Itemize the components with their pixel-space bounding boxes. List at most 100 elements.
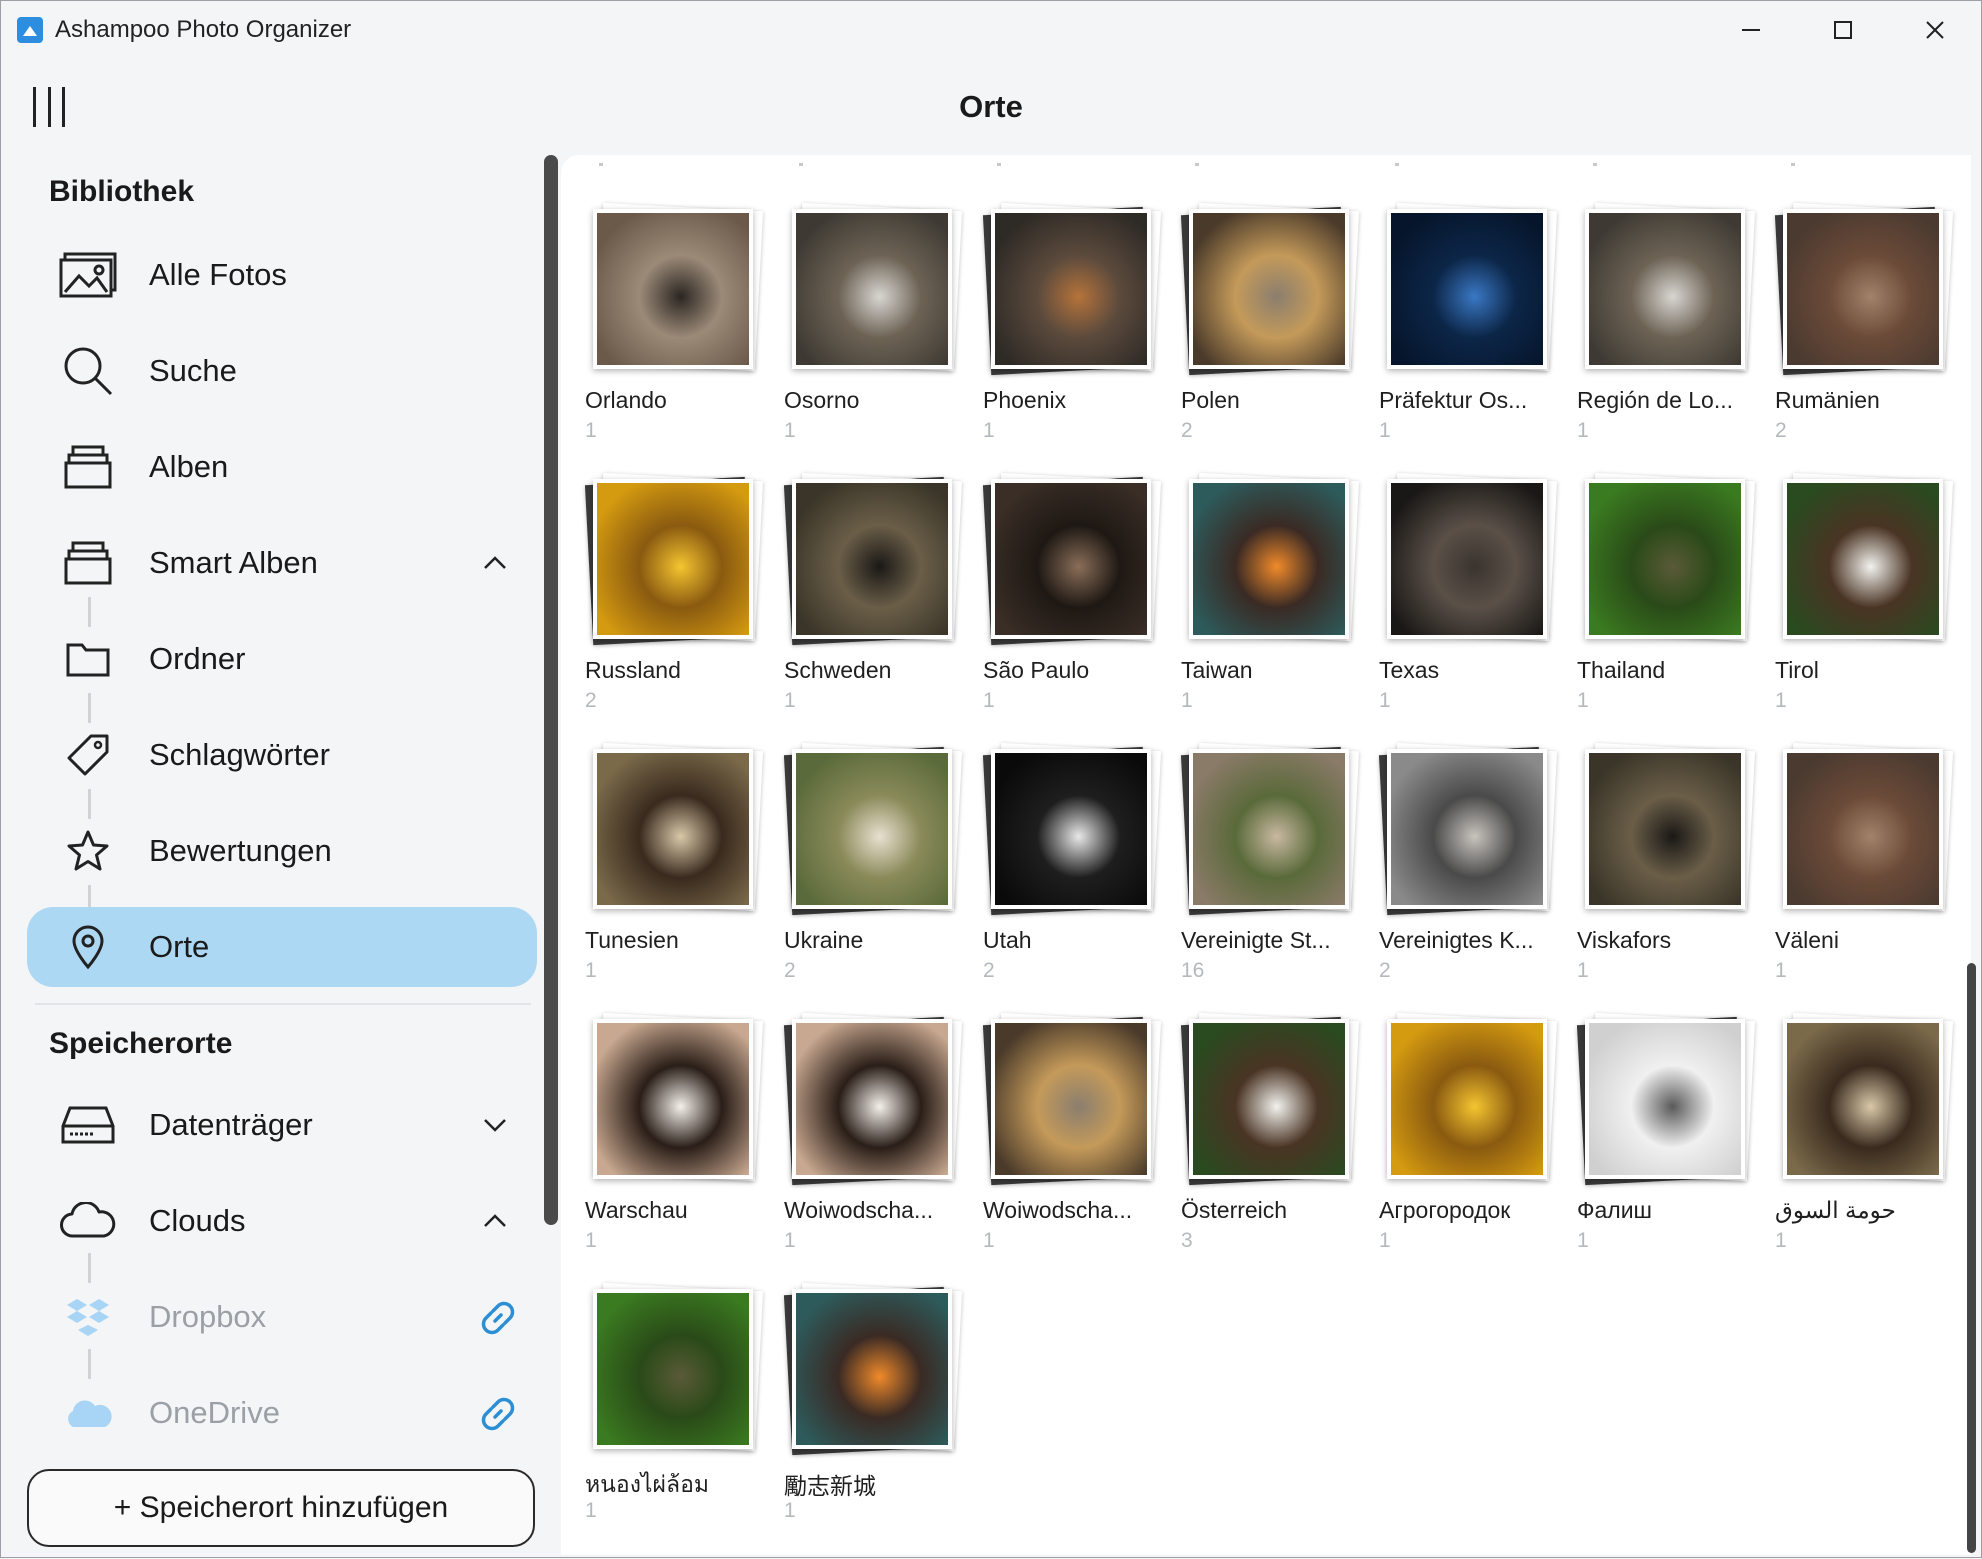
place-tile[interactable]: Ukraine 2 [783, 705, 966, 982]
photo-thumbnail [1387, 1019, 1547, 1179]
place-tile[interactable]: Woiwodscha... 1 [982, 975, 1165, 1252]
place-tile[interactable]: Tunesien 1 [585, 705, 767, 982]
sidebar-item-alle-fotos[interactable]: Alle Fotos [27, 235, 537, 315]
place-tile[interactable]: حومة السوق 1 [1775, 975, 1957, 1252]
place-tile[interactable]: Schweden 1 [783, 435, 966, 712]
sidebar-item-label: Smart Alben [149, 545, 318, 580]
photo-stack [1783, 742, 1954, 912]
albums-icon [57, 436, 119, 498]
photo-image [1589, 483, 1741, 635]
place-tile[interactable]: 勵志新城 1 [783, 1245, 966, 1522]
star-icon [57, 820, 119, 882]
place-tile[interactable]: Región de Lo... 1 [1577, 165, 1759, 442]
photo-thumbnail [593, 1019, 753, 1179]
place-tile[interactable]: Väleni 1 [1775, 705, 1957, 982]
place-tile[interactable]: Фалиш 1 [1576, 975, 1759, 1252]
photo-stack [1378, 742, 1558, 916]
app-logo-icon [17, 17, 43, 43]
place-tile[interactable]: Tirol 1 [1775, 435, 1957, 712]
place-tile[interactable]: Osorno 1 [784, 165, 966, 442]
sidebar-item-dropbox[interactable]: Dropbox [27, 1277, 537, 1357]
photo-image [597, 1293, 749, 1445]
photo-image [1589, 1023, 1741, 1175]
place-name: Агрогородок [1379, 1197, 1511, 1223]
photo-image [1193, 753, 1345, 905]
chevron-down-icon[interactable] [479, 1109, 511, 1141]
add-storage-button[interactable]: + Speicherort hinzufügen [27, 1469, 535, 1547]
photo-thumbnail [1387, 209, 1547, 369]
place-name: Tunesien [585, 927, 679, 953]
place-tile[interactable]: Österreich 3 [1180, 975, 1363, 1252]
sidebar-item-suche[interactable]: Suche [27, 331, 537, 411]
chevron-up-icon[interactable] [479, 1205, 511, 1237]
sidebar-item-smart-alben[interactable]: Smart Alben [27, 523, 537, 603]
place-tile[interactable]: Rumänien 2 [1774, 165, 1957, 442]
photo-thumbnail [1585, 209, 1745, 369]
place-name: Woiwodscha... [784, 1197, 934, 1223]
page-title: Orte [959, 89, 1023, 124]
photo-stack [584, 472, 764, 646]
photo-thumbnail [991, 1019, 1151, 1179]
photo-image [796, 483, 948, 635]
close-button[interactable] [1889, 1, 1981, 59]
place-tile[interactable]: Texas 1 [1379, 435, 1561, 712]
place-tile[interactable]: Viskafors 1 [1577, 705, 1759, 982]
sidebar-item-schlagwoerter[interactable]: Schlagwörter [27, 715, 537, 795]
place-name: Texas [1379, 657, 1440, 683]
sidebar-item-onedrive[interactable]: OneDrive [27, 1373, 537, 1453]
chevron-up-icon[interactable] [479, 547, 511, 579]
place-tile[interactable]: หนองไผ่ล้อม 1 [585, 1245, 767, 1522]
place-name: حومة السوق [1775, 1197, 1896, 1223]
photo-stack [1585, 742, 1756, 912]
photo-stack [982, 202, 1162, 376]
sidebar-item-clouds[interactable]: Clouds [27, 1181, 537, 1261]
place-tile[interactable]: Phoenix 1 [982, 165, 1165, 442]
minimize-button[interactable] [1705, 1, 1797, 59]
place-tile[interactable]: Vereinigte St... 16 [1180, 705, 1363, 982]
place-name: 勵志新城 [784, 1473, 876, 1499]
place-tile[interactable]: Russland 2 [584, 435, 767, 712]
place-tile[interactable]: Warschau 1 [585, 975, 767, 1252]
place-tile[interactable]: São Paulo 1 [982, 435, 1165, 712]
place-name: Rumänien [1775, 387, 1880, 413]
main-scrollbar[interactable] [1967, 963, 1976, 1553]
place-tile[interactable]: Агрогородок 1 [1379, 975, 1561, 1252]
onedrive-icon [57, 1382, 119, 1444]
sidebar-item-bewertungen[interactable]: Bewertungen [27, 811, 537, 891]
photo-thumbnail [1189, 209, 1349, 369]
place-tile[interactable]: Taiwan 1 [1181, 435, 1363, 712]
sidebar-scrollbar[interactable] [544, 155, 558, 1225]
sidebar-item-orte[interactable]: Orte [27, 907, 537, 987]
place-name: Thailand [1577, 657, 1666, 683]
folder-icon [57, 628, 119, 690]
place-tile[interactable]: Polen 2 [1180, 165, 1363, 442]
photo-stack [1585, 472, 1756, 642]
sidebar-item-label: Dropbox [149, 1299, 267, 1334]
sidebar-item-ordner[interactable]: Ordner [27, 619, 537, 699]
photo-thumbnail [1189, 749, 1349, 909]
sidebar-item-label: Alben [149, 449, 229, 484]
photo-image [1193, 213, 1345, 365]
sidebar-item-datentraeger[interactable]: Datenträger [27, 1085, 537, 1165]
place-tile[interactable]: Vereinigtes K... 2 [1378, 705, 1561, 982]
place-name: Osorno [784, 387, 860, 413]
place-tile[interactable]: Woiwodscha... 1 [783, 975, 966, 1252]
place-name: Phoenix [983, 387, 1067, 413]
place-tile[interactable]: Präfektur Os... 1 [1379, 165, 1561, 442]
photo-thumbnail [792, 209, 952, 369]
place-tile[interactable]: Thailand 1 [1577, 435, 1759, 712]
maximize-button[interactable] [1797, 1, 1889, 59]
photo-image [995, 213, 1147, 365]
place-tile[interactable]: Orlando 1 [585, 165, 767, 442]
place-tile[interactable]: Utah 2 [982, 705, 1165, 982]
place-name: Vereinigte St... [1181, 927, 1331, 953]
photo-image [1787, 1023, 1939, 1175]
photo-stack [1585, 202, 1756, 372]
photo-count: 1 [784, 1499, 796, 1522]
photo-stack [1387, 202, 1558, 372]
link-icon[interactable] [477, 1393, 519, 1435]
photo-stack [982, 742, 1162, 916]
link-icon[interactable] [477, 1297, 519, 1339]
sidebar-item-alben[interactable]: Alben [27, 427, 537, 507]
place-name: São Paulo [983, 657, 1090, 683]
